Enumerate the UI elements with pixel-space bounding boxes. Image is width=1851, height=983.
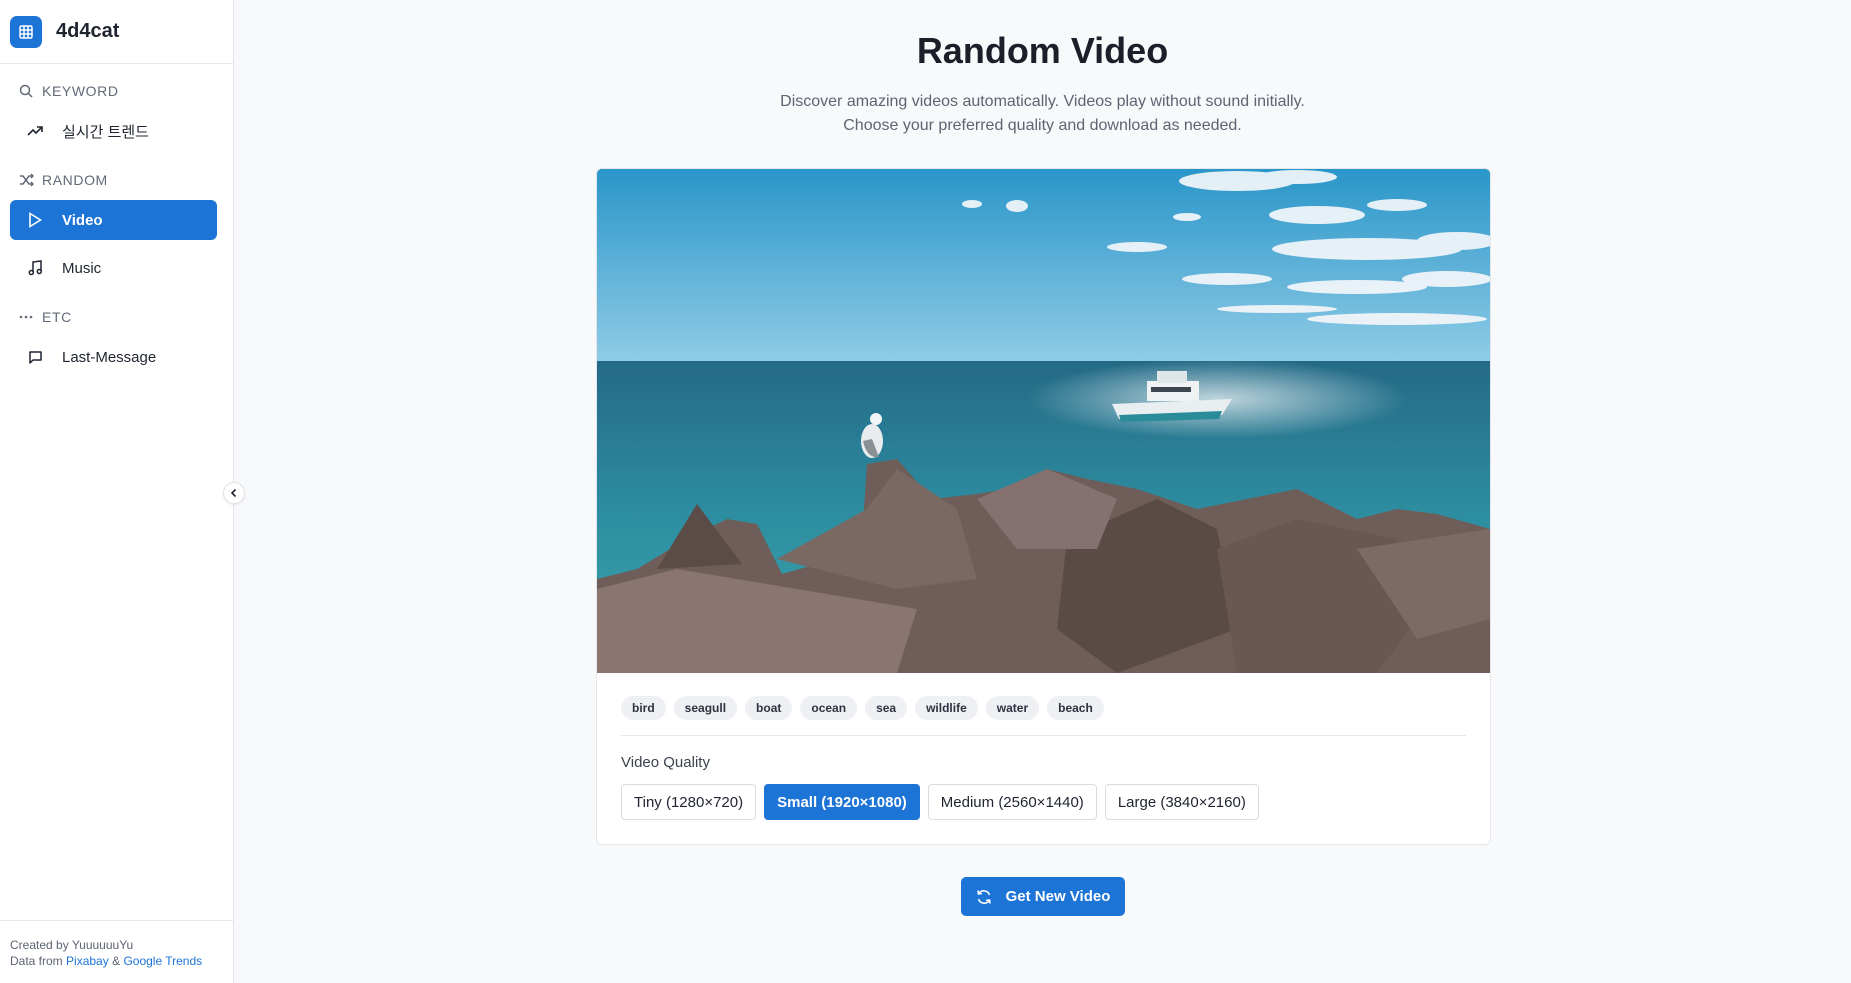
tag-bird[interactable]: bird [621,696,666,720]
quality-option-0[interactable]: Tiny (1280×720) [621,784,757,820]
tag-beach[interactable]: beach [1047,696,1104,720]
sidebar: 4d4cat KEYWORD 실시간 트렌드 RANDOM Video Musi… [0,0,234,983]
play-icon [26,211,44,229]
tag-ocean[interactable]: ocean [800,696,858,720]
music-note-icon [26,259,44,277]
sidebar-item-label: Last-Message [62,348,157,366]
quality-option-3[interactable]: Large (3840×2160) [1104,784,1259,820]
divider [621,735,1466,736]
collapse-sidebar-button[interactable] [223,482,245,504]
get-new-video-label: Get New Video [1005,888,1111,905]
tag-list: bird seagull boat ocean sea wildlife water beac… [621,696,1104,720]
section-random: RANDOM [0,166,233,194]
trending-up-icon [26,122,44,140]
ampersand: & [112,954,121,968]
created-by-text: Created by YuuuuuuYu [10,938,134,952]
section-etc: ETC [0,303,233,331]
sidebar-item-last-message[interactable]: Last-Message [10,337,217,377]
ellipsis-icon [18,309,34,325]
pixabay-link[interactable]: Pixabay [66,954,109,968]
sidebar-item-music[interactable]: Music [10,248,217,288]
data-source-text: Data from Pixabay & Google Trends [10,953,223,969]
search-icon [18,83,34,99]
get-new-video-button[interactable]: Get New Video [961,877,1125,916]
quality-options: Tiny (1280×720) Small (1920×1080) Medium (… [621,784,1259,820]
video-player[interactable] [597,169,1490,673]
tag-seagull[interactable]: seagull [673,696,738,720]
video-frame [597,169,1490,673]
sidebar-item-label: Video [62,211,103,229]
section-title: RANDOM [42,172,108,188]
sidebar-footer: Created by YuuuuuuYu Data from Pixabay &… [0,920,233,983]
section-title: KEYWORD [42,83,119,99]
tag-wildlife[interactable]: wildlife [915,696,978,720]
section-keyword: KEYWORD [0,77,233,105]
description-line-1: Discover amazing videos automatically. V… [780,93,1305,110]
page-title: Random Video [916,30,1169,71]
refresh-icon [976,889,992,905]
tag-boat[interactable]: boat [745,696,793,720]
brand[interactable]: 4d4cat [0,0,233,64]
video-card: bird seagull boat ocean sea wildlife water beac… [596,168,1491,845]
shuffle-icon [18,172,34,188]
sidebar-item-label: Music [62,259,102,277]
sidebar-item-realtime-trends[interactable]: 실시간 트렌드 [10,111,217,151]
quality-option-2[interactable]: Medium (2560×1440) [927,784,1097,820]
page-description: Discover amazing videos automatically. V… [234,90,1851,138]
grid-icon [10,15,42,48]
description-line-2: Choose your preferred quality and downlo… [843,117,1242,134]
chevron-left-icon [229,488,239,498]
section-title: ETC [42,309,72,325]
quality-label: Video Quality [621,754,710,771]
sidebar-item-video[interactable]: Video [10,200,217,240]
message-square-icon [26,348,44,366]
data-from-label: Data from [10,954,63,968]
google-trends-link[interactable]: Google Trends [123,954,202,968]
quality-option-1[interactable]: Small (1920×1080) [764,784,920,820]
tag-sea[interactable]: sea [865,696,908,720]
tag-water[interactable]: water [985,696,1040,720]
sidebar-item-label: 실시간 트렌드 [62,123,149,141]
app-name: 4d4cat [56,20,120,42]
